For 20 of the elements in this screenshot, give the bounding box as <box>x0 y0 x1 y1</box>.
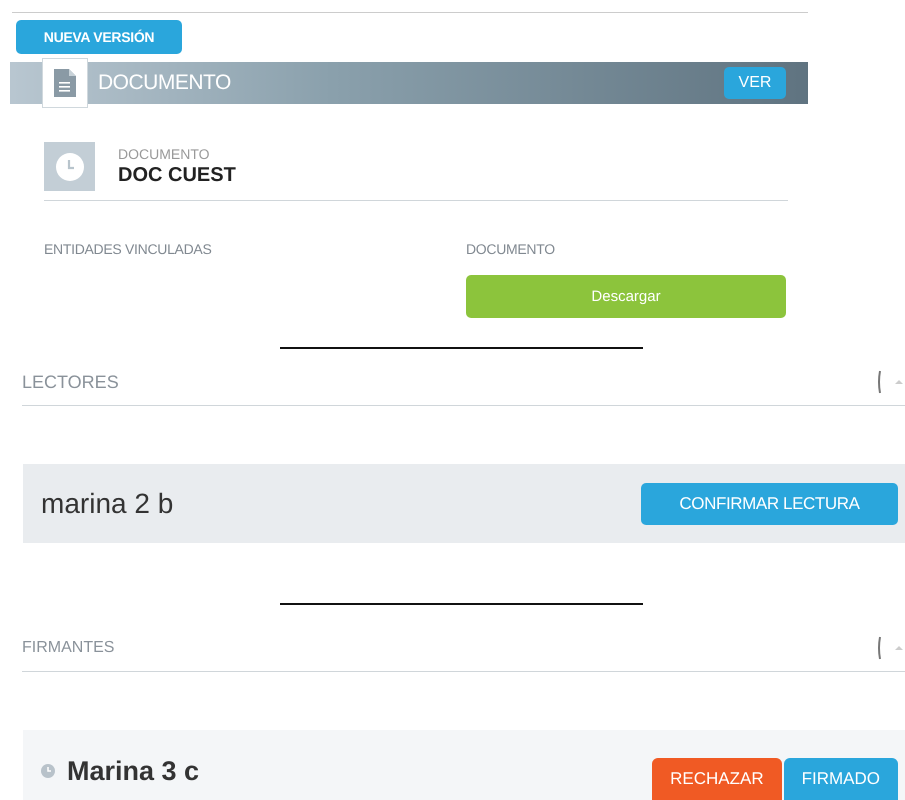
collapse-icon[interactable] <box>877 635 905 661</box>
confirm-reading-button[interactable]: CONFIRMAR LECTURA <box>641 482 898 524</box>
new-version-button[interactable]: NUEVA VERSIÓN <box>16 20 182 54</box>
section-title: DOCUMENTO <box>98 71 232 95</box>
clock-icon <box>41 764 55 778</box>
document-icon <box>54 69 76 97</box>
field-label: ENTIDADES VINCULADAS <box>44 241 212 257</box>
field-label: DOCUMENTO <box>118 146 211 162</box>
field-value: DOC CUEST <box>118 164 236 187</box>
view-button[interactable]: VER <box>724 67 786 99</box>
section-title: FIRMANTES <box>22 639 114 657</box>
field-label: DOCUMENTO <box>466 241 556 257</box>
reader-name: marina 2 b <box>41 488 174 520</box>
reject-button[interactable]: RECHAZAR <box>652 758 782 800</box>
clock-icon <box>54 152 84 182</box>
section-title: LECTORES <box>22 372 119 392</box>
signed-button[interactable]: FIRMADO <box>784 758 898 800</box>
download-button[interactable]: Descargar <box>466 275 786 318</box>
signer-name: Marina 3 c <box>67 756 200 786</box>
collapse-icon[interactable] <box>877 369 905 395</box>
